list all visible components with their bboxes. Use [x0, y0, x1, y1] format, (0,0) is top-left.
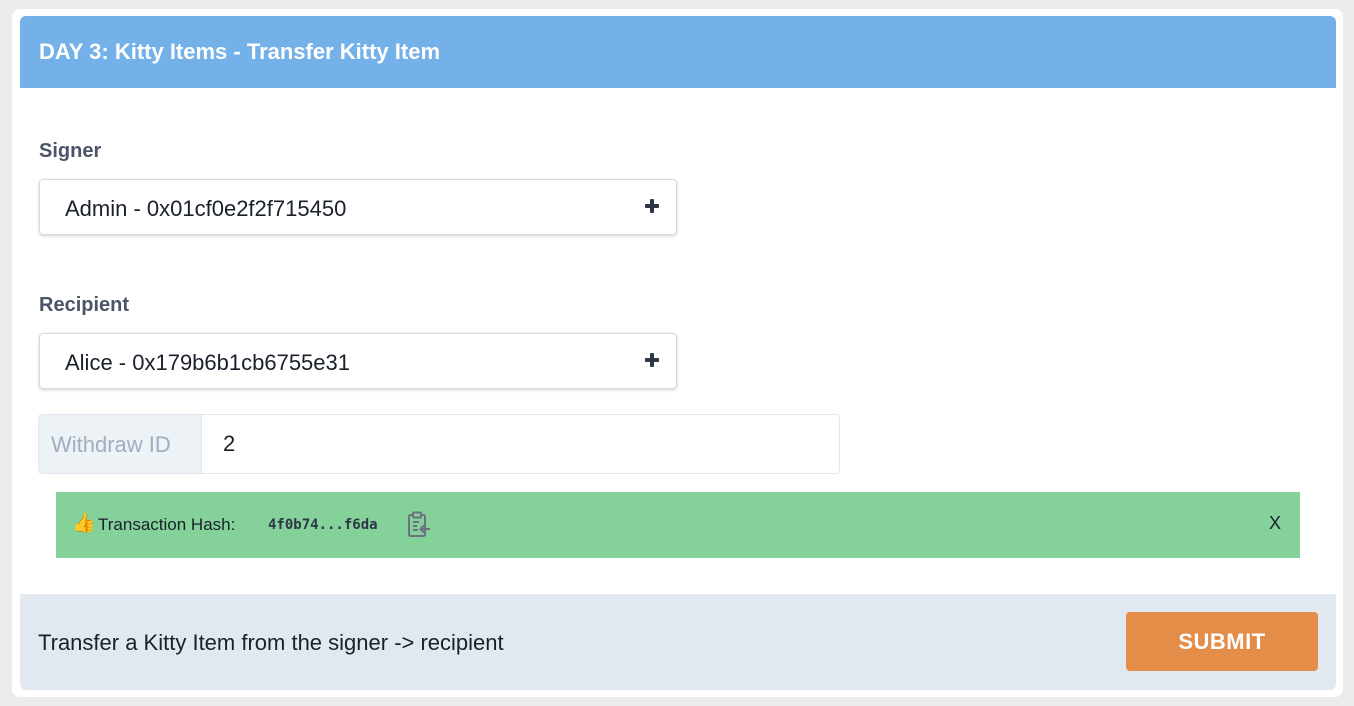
- recipient-select[interactable]: Alice - 0x179b6b1cb6755e31: [39, 333, 677, 389]
- plus-icon[interactable]: [645, 353, 659, 367]
- page-title: DAY 3: Kitty Items - Transfer Kitty Item: [39, 39, 441, 64]
- transaction-hash-label: Transaction Hash:: [98, 515, 236, 534]
- card-footer: Transfer a Kitty Item from the signer ->…: [20, 594, 1336, 690]
- withdraw-id-label: Withdraw ID: [51, 432, 171, 457]
- recipient-label: Recipient: [39, 294, 130, 316]
- close-alert-button[interactable]: X: [1269, 513, 1281, 534]
- signer-label: Signer: [39, 140, 102, 162]
- withdraw-id-group: Withdraw ID: [38, 414, 840, 474]
- thumbs-up-icon: 👍: [72, 513, 96, 534]
- withdraw-id-input[interactable]: [203, 415, 839, 473]
- signer-select[interactable]: Admin - 0x01cf0e2f2f715450: [39, 179, 677, 235]
- transaction-hash-value: 4f0b74...f6da: [268, 517, 378, 533]
- footer-description: Transfer a Kitty Item from the signer ->…: [38, 630, 504, 655]
- card-header: DAY 3: Kitty Items - Transfer Kitty Item: [20, 16, 1336, 88]
- recipient-selected-value: Alice - 0x179b6b1cb6755e31: [65, 350, 351, 375]
- clipboard-copy-icon[interactable]: [406, 511, 432, 539]
- plus-icon[interactable]: [645, 199, 659, 213]
- signer-selected-value: Admin - 0x01cf0e2f2f715450: [65, 196, 347, 221]
- submit-button[interactable]: SUBMIT: [1126, 612, 1318, 671]
- withdraw-id-addon: Withdraw ID: [39, 415, 202, 473]
- transaction-alert: 👍 Transaction Hash: 4f0b74...f6da X: [56, 492, 1300, 558]
